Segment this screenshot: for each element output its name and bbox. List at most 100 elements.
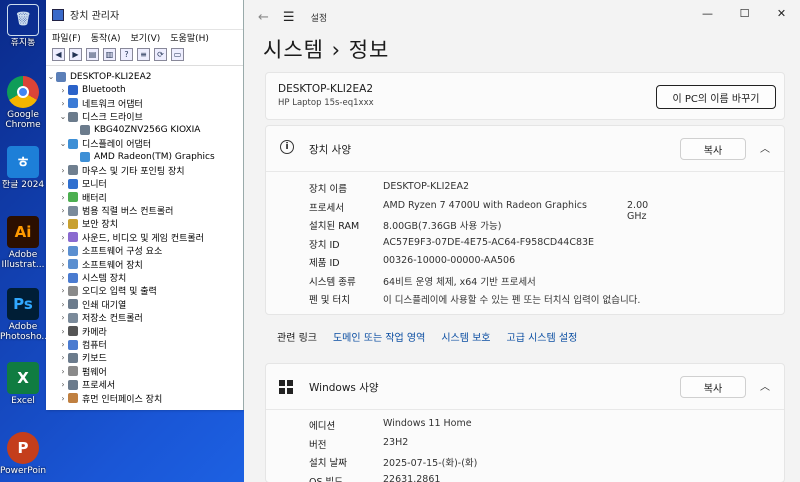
rename-pc-button[interactable]: 이 PC의 이름 바꾸기 <box>656 85 776 109</box>
copy-windows-spec-button[interactable]: 복사 <box>680 376 746 398</box>
forward-arrow-icon[interactable]: ▶ <box>69 48 82 61</box>
copy-device-spec-button[interactable]: 복사 <box>680 138 746 160</box>
chevron-right-icon[interactable]: › <box>58 179 68 188</box>
maximize-icon[interactable]: ☐ <box>726 0 763 26</box>
device-manager-titlebar[interactable]: 장치 관리자 <box>46 0 243 30</box>
chevron-right-icon[interactable]: › <box>58 367 68 376</box>
tree-node[interactable]: › 보안 장치 <box>46 217 243 230</box>
tree-node[interactable]: › 범용 직렬 버스 컨트롤러 <box>46 204 243 217</box>
chevron-right-icon[interactable]: › <box>58 340 68 349</box>
tree-node[interactable]: › 프로세서 <box>46 378 243 391</box>
hangul-shortcut[interactable]: ㅎ 한글 2024 <box>0 146 46 190</box>
page-breadcrumb: 시스템 › 정보 <box>263 38 390 62</box>
tree-node[interactable]: › 카메라 <box>46 324 243 338</box>
spec-key: OS 빌드 <box>309 476 344 482</box>
chrome-shortcut[interactable]: Google Chrome <box>0 76 46 130</box>
illustrator-shortcut[interactable]: Ai Adobe Illustrat... <box>0 216 46 270</box>
chevron-right-icon[interactable]: › <box>58 273 68 282</box>
domain-workgroup-link[interactable]: 도메인 또는 작업 영역 <box>333 329 425 344</box>
photoshop-shortcut[interactable]: Ps Adobe Photosho... <box>0 288 46 342</box>
chevron-up-icon[interactable]: ︿ <box>760 140 770 155</box>
tree-node[interactable]: AMD Radeon(TM) Graphics <box>46 150 243 163</box>
scan-hardware-icon[interactable]: ⟳ <box>154 48 167 61</box>
menu-help[interactable]: 도움말(H) <box>170 31 209 44</box>
chevron-right-icon[interactable]: › <box>58 353 68 362</box>
spec-value: AC57E9F3-07DE-4E75-AC64-F958CD44C83E <box>383 236 595 248</box>
doc-icon[interactable]: ▥ <box>103 48 116 61</box>
spec-value: 64비트 운영 체제, x64 기반 프로세서 <box>383 276 536 288</box>
properties-icon[interactable]: ▤ <box>86 48 99 61</box>
tree-node-label: 인쇄 대기열 <box>82 300 127 311</box>
menu-action[interactable]: 동작(A) <box>91 31 121 44</box>
spec-key: 제품 ID <box>309 258 340 269</box>
chevron-down-icon[interactable]: ⌄ <box>58 139 68 148</box>
help-icon[interactable]: ? <box>120 48 133 61</box>
tree-node[interactable]: › 키보드 <box>46 351 243 364</box>
minimize-icon[interactable]: — <box>689 0 726 26</box>
tree-node[interactable]: › 휴먼 인터페이스 장치 <box>46 391 243 405</box>
advanced-system-settings-link[interactable]: 고급 시스템 설정 <box>507 329 578 344</box>
pc-model: HP Laptop 15s-eq1xxx <box>278 98 374 108</box>
windows-spec-title: Windows 사양 <box>309 382 379 394</box>
tree-node[interactable]: › 마우스 및 기타 포인팅 장치 <box>46 164 243 177</box>
device-tree: ⌄ DESKTOP-KLI2EA2 › Bluetooth › 네트워크 어댑터 ⌄ 디스… <box>46 66 243 405</box>
tree-node[interactable]: › 배터리 <box>46 191 243 204</box>
tree-node[interactable]: › 모니터 <box>46 177 243 190</box>
chevron-right-icon[interactable]: › <box>58 166 68 175</box>
menu-file[interactable]: 파일(F) <box>52 31 81 44</box>
monitor-icon[interactable]: ▭ <box>171 48 184 61</box>
tree-node[interactable]: ⌄ 디스크 드라이브 <box>46 110 243 123</box>
powerpoint-shortcut[interactable]: P PowerPoint <box>0 432 46 476</box>
chevron-right-icon[interactable]: › <box>58 260 68 269</box>
chevron-right-icon[interactable]: › <box>58 233 68 242</box>
tree-node[interactable]: › 시스템 장치 <box>46 271 243 284</box>
chevron-down-icon[interactable]: ⌄ <box>46 72 56 81</box>
hamburger-menu-icon[interactable]: ☰ <box>283 10 295 25</box>
tree-node[interactable]: › 소프트웨어 구성 요소 <box>46 244 243 257</box>
device-spec-title: 장치 사양 <box>309 144 351 156</box>
system-protection-link[interactable]: 시스템 보호 <box>441 329 490 344</box>
chevron-right-icon[interactable]: › <box>58 300 68 309</box>
tree-node[interactable]: › 인쇄 대기열 <box>46 298 243 311</box>
hangul-icon: ㅎ <box>7 146 39 178</box>
back-arrow-icon[interactable]: ◀ <box>52 48 65 61</box>
chevron-right-icon[interactable]: › <box>58 99 68 108</box>
tree-node[interactable]: › 사운드, 비디오 및 게임 컨트롤러 <box>46 231 243 244</box>
chevron-right-icon[interactable]: › <box>58 327 68 336</box>
tree-node[interactable]: › Bluetooth <box>46 83 243 96</box>
recycle-bin-shortcut[interactable]: 🗑 휴지통 <box>0 4 46 48</box>
list-icon[interactable]: ≡ <box>137 48 150 61</box>
tree-node[interactable]: ⌄ 디스플레이 어댑터 <box>46 137 243 150</box>
tree-node[interactable]: › 펌웨어 <box>46 365 243 378</box>
spec-key: 펜 및 터치 <box>309 295 350 306</box>
tree-node[interactable]: › 소프트웨어 장치 <box>46 257 243 271</box>
tree-node[interactable]: › 오디오 입력 및 출력 <box>46 284 243 297</box>
chevron-down-icon[interactable]: ⌄ <box>58 112 68 121</box>
device-spec-header[interactable]: i 장치 사양 복사 ︿ <box>266 126 784 172</box>
chevron-right-icon[interactable]: › <box>58 206 68 215</box>
chevron-right-icon[interactable]: › <box>58 380 68 389</box>
tree-node[interactable]: › 저장소 컨트롤러 <box>46 311 243 324</box>
chevron-right-icon[interactable]: › <box>58 394 68 403</box>
device-category-icon <box>68 218 78 229</box>
windows-spec-header[interactable]: Windows 사양 복사 ︿ <box>266 364 784 410</box>
excel-shortcut[interactable]: X Excel <box>0 362 46 406</box>
back-arrow-icon[interactable]: ← <box>258 10 269 25</box>
close-icon[interactable]: ✕ <box>763 0 800 26</box>
chevron-right-icon[interactable]: › <box>58 86 68 95</box>
tree-root[interactable]: ⌄ DESKTOP-KLI2EA2 <box>46 70 243 83</box>
tree-node-label: 프로세서 <box>82 381 116 392</box>
tree-node[interactable]: › 컴퓨터 <box>46 338 243 351</box>
chevron-right-icon[interactable]: › <box>58 219 68 228</box>
tree-node[interactable]: › 네트워크 어댑터 <box>46 97 243 110</box>
chevron-right-icon[interactable]: › <box>58 286 68 295</box>
chevron-up-icon[interactable]: ︿ <box>760 378 770 393</box>
tree-node[interactable]: KBG40ZNV256G KIOXIA <box>46 124 243 137</box>
chevron-right-icon[interactable]: › <box>58 246 68 255</box>
menu-view[interactable]: 보기(V) <box>131 31 161 44</box>
spec-extra-value: 2.00 GHz <box>627 199 649 222</box>
chevron-right-icon[interactable]: › <box>58 313 68 322</box>
device-category-icon <box>68 259 78 270</box>
desktop-icon-label: Excel <box>11 396 35 406</box>
chevron-right-icon[interactable]: › <box>58 193 68 202</box>
